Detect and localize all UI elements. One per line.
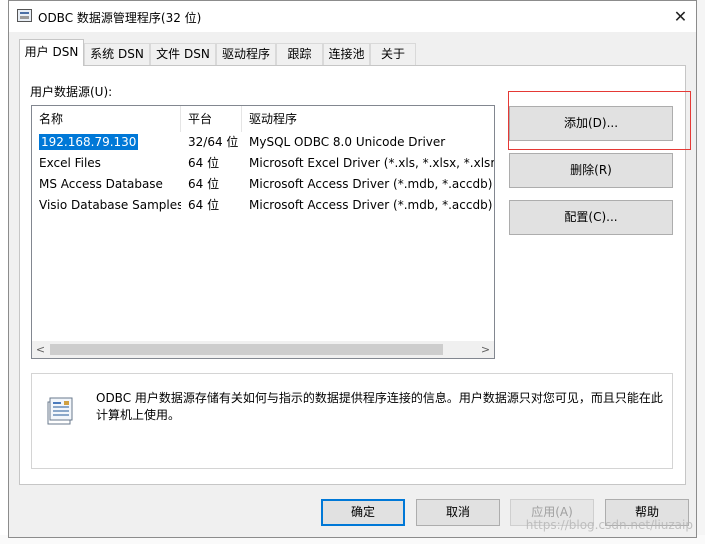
tab-about[interactable]: 关于 bbox=[370, 43, 416, 65]
tab-drivers[interactable]: 驱动程序 bbox=[216, 43, 276, 65]
configure-button[interactable]: 配置(C)... bbox=[509, 200, 673, 235]
list-item-platform: 32/64 位 bbox=[188, 135, 239, 149]
tab-file-dsn[interactable]: 文件 DSN bbox=[150, 43, 216, 65]
list-item-platform: 64 位 bbox=[188, 156, 220, 170]
info-panel: ODBC 用户数据源存储有关如何与指示的数据提供程序连接的信息。用户数据源只对您… bbox=[31, 373, 673, 469]
user-data-sources-label: 用户数据源(U): bbox=[30, 85, 113, 99]
info-description: ODBC 用户数据源存储有关如何与指示的数据提供程序连接的信息。用户数据源只对您… bbox=[96, 391, 663, 422]
window-title: ODBC 数据源管理程序(32 位) bbox=[38, 11, 202, 25]
column-header-name[interactable]: 名称 bbox=[32, 106, 181, 132]
list-item-driver: Microsoft Access Driver (*.mdb, *.accdb) bbox=[249, 177, 493, 191]
list-item-name[interactable]: Visio Database Samples bbox=[32, 195, 181, 215]
list-item-driver: Microsoft Excel Driver (*.xls, *.xlsx, *… bbox=[249, 156, 494, 170]
dsn-list[interactable]: 名称 平台 驱动程序 192.168.79.130 32/64 位 MySQL … bbox=[31, 105, 495, 359]
list-item-name[interactable]: MS Access Database bbox=[32, 174, 181, 194]
list-item-name[interactable]: 192.168.79.130 bbox=[32, 132, 181, 152]
odbc-app-icon bbox=[17, 9, 32, 22]
column-header-platform[interactable]: 平台 bbox=[181, 106, 242, 132]
list-item-platform: 64 位 bbox=[188, 198, 220, 212]
list-item-driver: Microsoft Access Driver (*.mdb, *.accdb) bbox=[249, 198, 493, 212]
list-item-name[interactable]: Excel Files bbox=[32, 153, 181, 173]
tab-user-dsn[interactable]: 用户 DSN bbox=[19, 39, 84, 66]
scrollbar-thumb[interactable] bbox=[50, 344, 443, 355]
cancel-button[interactable]: 取消 bbox=[416, 499, 500, 526]
background-window bbox=[697, 0, 705, 544]
tab-tracing[interactable]: 跟踪 bbox=[276, 43, 323, 65]
close-button[interactable]: ✕ bbox=[665, 2, 696, 31]
tab-system-dsn[interactable]: 系统 DSN bbox=[84, 43, 150, 65]
column-header-driver[interactable]: 驱动程序 bbox=[242, 106, 494, 132]
list-item-platform: 64 位 bbox=[188, 177, 220, 191]
odbc-dialog: ODBC 数据源管理程序(32 位) ✕ 用户 DSN 系统 DSN 文件 DS… bbox=[8, 0, 697, 538]
data-source-icon bbox=[47, 397, 73, 425]
tab-connection-pooling[interactable]: 连接池 bbox=[323, 43, 370, 65]
ok-button[interactable]: 确定 bbox=[321, 499, 405, 526]
horizontal-scrollbar[interactable]: < > bbox=[32, 341, 494, 358]
scroll-left-icon[interactable]: < bbox=[32, 341, 49, 358]
list-item-driver: MySQL ODBC 8.0 Unicode Driver bbox=[249, 135, 446, 149]
scroll-right-icon[interactable]: > bbox=[477, 341, 494, 358]
title-bar: ODBC 数据源管理程序(32 位) ✕ bbox=[9, 1, 696, 32]
remove-button[interactable]: 删除(R) bbox=[509, 153, 673, 188]
annotation-highlight-box bbox=[508, 91, 691, 150]
watermark-text: https://blog.csdn.net/liuzaip bbox=[525, 518, 693, 532]
